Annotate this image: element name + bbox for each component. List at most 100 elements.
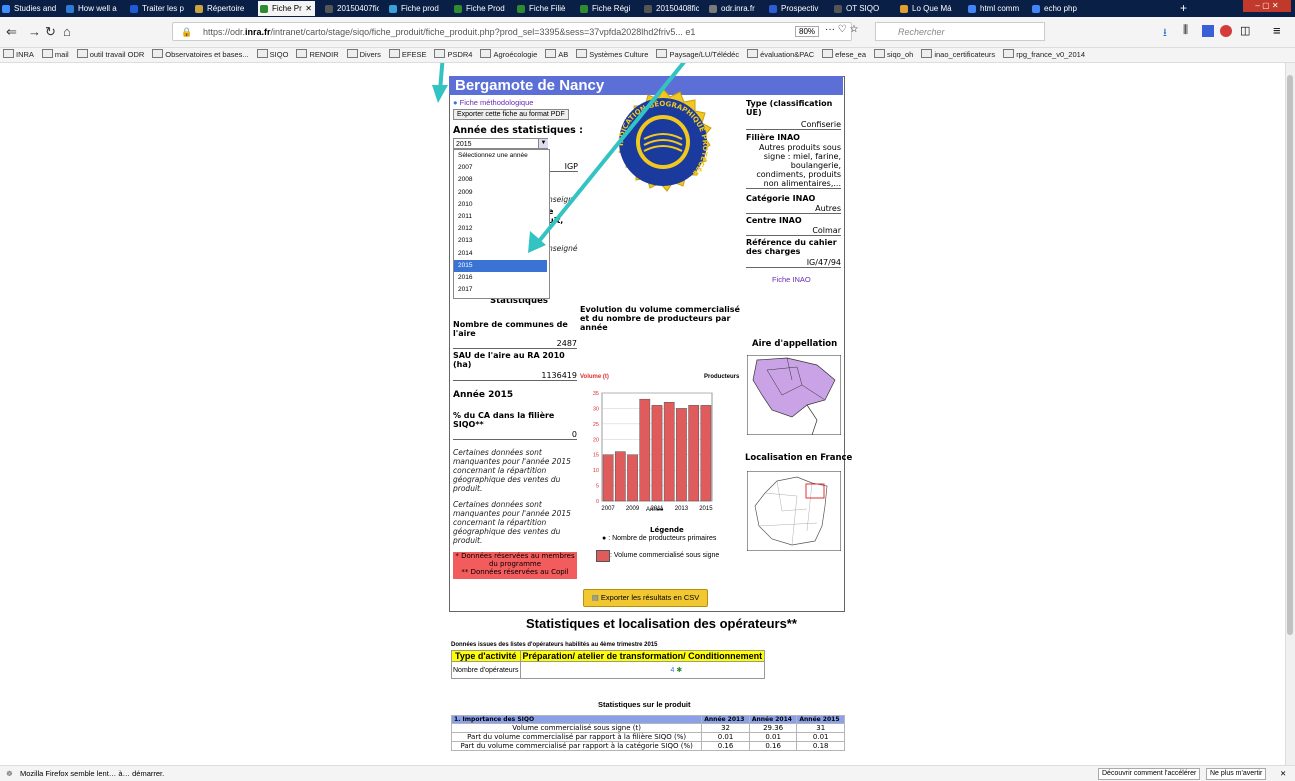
browser-tab[interactable]: 20150407fiche_ — [323, 1, 379, 16]
reserved-note-1: * Données réservées au membres du progra… — [455, 552, 575, 568]
export-csv-button[interactable]: ▤ Exporter les résultats en CSV — [583, 589, 708, 607]
browser-tab[interactable]: How well a — [64, 1, 120, 16]
browser-tab[interactable]: Fiche Pr ✕ — [258, 1, 315, 16]
stats-row-label: Part du volume commercialisé par rapport… — [450, 732, 703, 742]
bookmark-item[interactable]: Agroécologie — [480, 48, 537, 62]
year-option[interactable]: 2007 — [454, 162, 547, 174]
bookmark-item[interactable]: INRA — [3, 48, 34, 62]
chevron-down-icon[interactable]: ▼ — [538, 139, 548, 148]
tab-close-icon[interactable]: ✕ — [305, 1, 312, 16]
bookmarks-bar: INRA mail outil travail ODR Observatoires e… — [0, 48, 1295, 63]
operators-header-row: Type d'activité Préparation/ atelier de … — [451, 650, 766, 662]
year-option[interactable]: 2015 — [454, 259, 547, 272]
stats-row-value: 0.16 — [748, 741, 798, 751]
bookmark-item[interactable]: Systèmes Culture — [576, 48, 648, 62]
tab-label: Fiche prod — [401, 4, 439, 13]
tab-label: Traiter les p — [142, 4, 184, 13]
tab-label: odr.inra.fr — [721, 4, 755, 13]
accelerate-button[interactable]: Découvrir comment l'accélérer — [1098, 768, 1201, 780]
browser-tab[interactable]: html comm — [966, 1, 1022, 16]
reference-label: Référence du cahier des charges — [746, 238, 837, 256]
new-tab-button[interactable]: + — [1178, 1, 1192, 16]
signe-value-partial: IGP — [548, 162, 578, 172]
search-input[interactable]: Rechercher — [875, 22, 1045, 41]
url-bar[interactable]: 🔒 https://odr.inra.fr/intranet/carto/sta… — [172, 22, 852, 41]
extension-icon[interactable] — [1202, 25, 1214, 37]
browser-tab[interactable]: Répertoire — [193, 1, 250, 16]
bookmark-item[interactable]: efese_ea — [822, 48, 866, 62]
year-option[interactable]: 2017 — [454, 284, 547, 296]
browser-tab[interactable]: echo php — [1030, 1, 1086, 16]
export-csv-label: Exporter les résultats en CSV — [600, 593, 700, 602]
tab-favicon-icon — [644, 5, 652, 13]
bookmark-item[interactable]: mail — [42, 48, 69, 62]
bookmark-item[interactable]: Observatoires et bases... — [152, 48, 248, 62]
fiche-inao-link[interactable]: Fiche INAO — [772, 275, 811, 284]
bookmark-item[interactable]: AB — [545, 48, 568, 62]
communes-value: 2487 — [453, 339, 577, 349]
year-option[interactable]: 2008 — [454, 174, 547, 186]
chart-y-tick-label: 20 — [593, 437, 599, 443]
bookmark-item[interactable]: Divers — [347, 48, 381, 62]
operators-map-icon[interactable]: ✱ — [676, 667, 682, 674]
browser-tab[interactable]: Fiche Filiè — [515, 1, 570, 16]
year-option[interactable]: 2012 — [454, 223, 547, 235]
dont-warn-button[interactable]: Ne plus m'avertir — [1206, 768, 1267, 780]
bookmark-item[interactable]: inao_certificateurs — [921, 48, 995, 62]
year-option[interactable]: 2009 — [454, 187, 547, 199]
browser-tab[interactable]: Fiche Régi — [578, 1, 634, 16]
missing-data-note-1: Certaines données sont manquantes pour l… — [453, 448, 571, 493]
download-icon[interactable]: ⭳ — [1163, 24, 1167, 43]
browser-tab[interactable]: Studies and — [0, 1, 56, 16]
browser-tab[interactable]: odr.inra.fr — [707, 1, 759, 16]
bookmark-item[interactable]: outil travail ODR — [77, 48, 145, 62]
year-option[interactable]: 2014 — [454, 248, 547, 260]
sidebar-icon[interactable]: ◫ — [1240, 24, 1250, 37]
menu-icon[interactable]: ≡ — [1273, 23, 1281, 38]
zoom-level[interactable]: 80% — [795, 26, 820, 37]
annee-label: Année des statistiques : — [453, 125, 583, 136]
window-controls[interactable]: – ▢ ✕ — [1243, 0, 1291, 12]
page-actions-icon[interactable]: ··· ♡ ☆ — [825, 24, 858, 35]
year-select[interactable]: 2015 — [453, 138, 548, 149]
bookmark-item[interactable]: EFESE — [389, 48, 427, 62]
stats-row: Part du volume commercialisé par rapport… — [450, 732, 845, 742]
year-option[interactable]: 2010 — [454, 199, 547, 211]
tab-favicon-icon — [709, 5, 717, 13]
browser-tab[interactable]: OT SIQO — [832, 1, 890, 16]
close-icon[interactable]: ✕ — [1280, 766, 1286, 781]
scrollbar-thumb[interactable] — [1287, 75, 1293, 635]
browser-tab[interactable]: 20150408fiche — [642, 1, 699, 16]
bookmark-item[interactable]: PSDR4 — [434, 48, 472, 62]
library-icon[interactable]: ⫼ — [1183, 24, 1188, 37]
chart-x-tick-label: 2009 — [626, 506, 640, 512]
bookmark-item[interactable]: évaluation&PAC — [747, 48, 814, 62]
browser-tab[interactable]: Fiche Prod — [452, 1, 507, 16]
legend-title: Légende — [650, 526, 684, 534]
year-option[interactable]: 2013 — [454, 235, 547, 247]
forward-button[interactable]: → — [28, 24, 41, 39]
fiche-methodologique-link[interactable]: ● Fiche méthodologique — [453, 98, 533, 107]
bookmark-item[interactable]: Paysage/LU/Télédéc — [656, 48, 739, 62]
browser-tab[interactable]: Traiter les p — [128, 1, 185, 16]
bookmark-item[interactable]: siqo_oh — [874, 48, 913, 62]
stats-row-value: 31 — [796, 723, 845, 733]
year-option[interactable]: 2016 — [454, 272, 547, 284]
home-icon[interactable]: ⌂ — [63, 24, 71, 39]
browser-tab[interactable]: Fiche prod — [387, 1, 444, 16]
bookmark-item[interactable]: SIQO — [257, 48, 289, 62]
reload-button[interactable]: ↻ — [45, 24, 56, 40]
browser-tab[interactable]: Lo Que Má — [898, 1, 958, 16]
bookmark-item[interactable]: rpg_france_v0_2014 — [1003, 48, 1085, 62]
bookmark-item[interactable]: RENOIR — [296, 48, 338, 62]
browser-tab[interactable]: Prospectiv — [767, 1, 824, 16]
localisation-title: Localisation en France — [745, 453, 853, 463]
year-option[interactable]: 2011 — [454, 211, 547, 223]
back-button[interactable]: ⇐ — [6, 24, 17, 40]
adblock-icon[interactable] — [1220, 25, 1232, 37]
operators-header-col2: Préparation/ atelier de transformation/ … — [519, 650, 766, 662]
year-option[interactable]: Sélectionnez une année — [454, 150, 547, 162]
operators-table: Type d'activité Préparation/ atelier de … — [451, 650, 766, 679]
export-pdf-button[interactable]: Exporter cette fiche au format PDF — [453, 109, 569, 120]
status-bar: ☸ Mozilla Firefox semble lent… à… démarr… — [0, 765, 1295, 781]
